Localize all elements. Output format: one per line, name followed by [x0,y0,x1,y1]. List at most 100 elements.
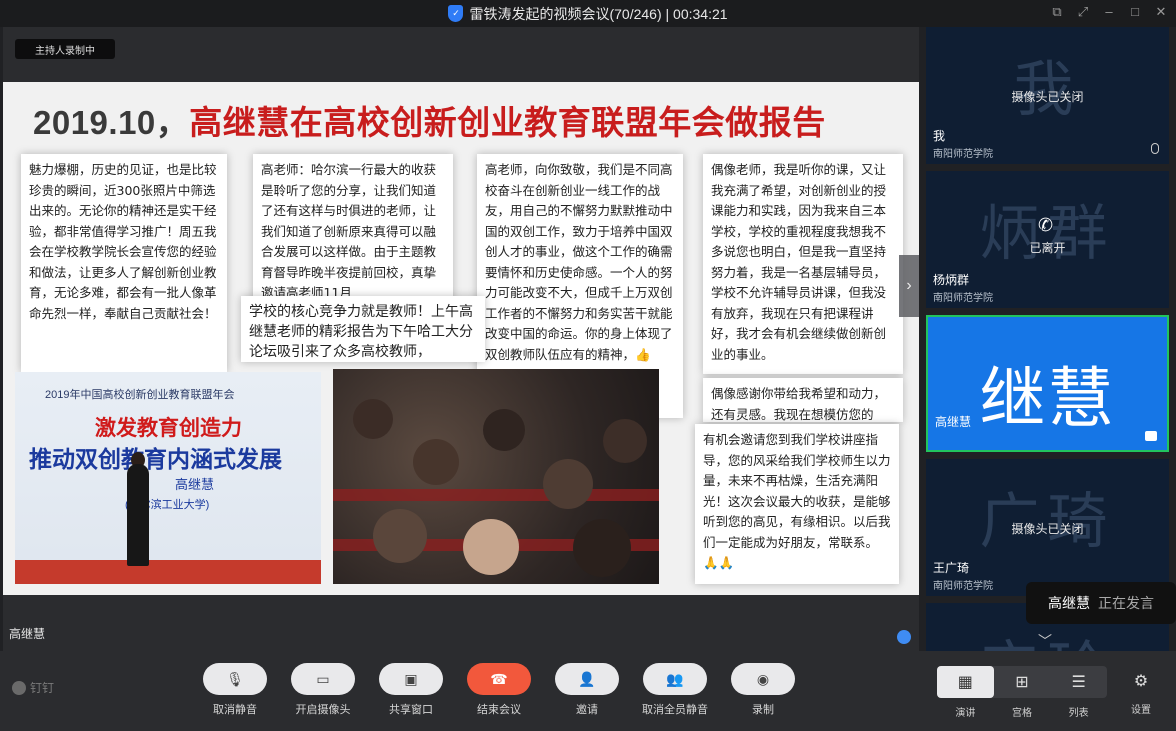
title-wrap: ✓ 雷铁涛发起的视频会议(70/246) | 00:34:21 [448,4,728,24]
participant-org: 南阳师范学院 [933,581,993,592]
audience-photo [333,369,659,584]
fullscreen-icon[interactable]: ⤢ [1076,4,1090,20]
slide-title-year: 2019.10， [33,104,190,141]
speaker-view-icon[interactable]: ▦ [937,666,994,698]
seat-row [333,489,659,501]
window-title: 雷铁涛发起的视频会议(70/246) | 00:34:21 [469,5,728,22]
invite-button[interactable]: 👤 邀请 [554,663,620,717]
screen-share-icon [1145,431,1157,441]
participant-org: 南阳师范学院 [933,149,993,160]
speaker-figure [127,464,149,566]
speaking-status: 正在发言 [1098,595,1154,611]
pip-icon[interactable]: ⧉ [1050,4,1064,20]
group-mute-icon: 👥 [643,663,707,695]
slide-title-text: 高继慧在高校创新创业教育联盟年会做报告 [189,104,826,141]
end-meeting-button[interactable]: ☎ 结束会议 [466,663,532,717]
title-bar: ✓ 雷铁涛发起的视频会议(70/246) | 00:34:21 ⧉ ⤢ – □ … [0,0,1176,27]
grid-view-icon[interactable]: ⊞ [994,666,1051,698]
main-stage: 主持人录制中 2019.10，高继慧在高校创新创业教育联盟年会做报告 魅力爆棚，… [3,27,919,651]
audience-head [373,509,427,563]
add-user-icon: 👤 [555,663,619,695]
comment-note: 魅力爆棚，历史的见证，也是比较珍贵的瞬间，近300张照片中筛选出来的。无论你的精… [21,154,227,372]
participant-name: 杨炳群 [933,273,970,287]
settings-label: 设置 [1131,705,1151,716]
hangup-icon: ☎ [467,663,531,695]
close-icon[interactable]: ✕ [1154,4,1168,20]
chevron-down-icon[interactable]: ﹀ [1038,631,1052,651]
record-button[interactable]: ◉ 录制 [730,663,796,717]
participant-tile-me[interactable]: 我 摄像头已关闭 我 南阳师范学院 [926,27,1169,164]
maximize-icon[interactable]: □ [1128,4,1142,20]
unmute-button[interactable]: 🎙 取消静音 [202,663,268,717]
camera-label: 开启摄像头 [295,704,351,716]
share-window-button[interactable]: ▣ 共享窗口 [378,663,444,717]
presenter-name: 高继慧 [9,627,46,641]
audience-head [573,519,631,577]
camera-status: 摄像头已关闭 [1011,90,1084,104]
shield-icon: ✓ [448,5,464,22]
mic-off-icon: 🎙 [203,663,267,695]
list-view-label: 列表 [1068,708,1089,719]
banner-line1: 激发教育创造力 [95,417,242,440]
meeting-window: ✓ 雷铁涛发起的视频会议(70/246) | 00:34:21 ⧉ ⤢ – □ … [0,0,1176,731]
screen-share-icon [897,630,911,644]
phone-icon: ✆ [1038,215,1054,235]
recording-badge: 主持人录制中 [15,39,115,59]
record-label: 录制 [752,704,774,716]
next-page-button[interactable]: › [899,255,919,317]
slide-title: 2019.10，高继慧在高校创新创业教育联盟年会做报告 [33,96,826,144]
leave-status: 已离开 [1029,241,1066,255]
comment-note: 高老师：哈尔滨一行最大的收获是聆听了您的分享，让我们知道了还有这样与时俱进的老师… [253,154,453,302]
participant-name: 王广琦 [933,561,970,575]
comment-note: 有机会邀请您到我们学校讲座指导，您的风采给我们学校师生以力量，未来不再枯燥，生活… [695,424,899,584]
share-screen-icon: ▣ [379,663,443,695]
participant-tile-yang[interactable]: 炳群 ✆ 已离开 杨炳群 南阳师范学院 [926,171,1169,308]
avatar-text: 我 [1013,56,1082,123]
participant-tile-gao[interactable]: 继慧 高继慧 [926,315,1169,452]
comment-note: 偶像老师，我是听你的课，又让我充满了希望，对创新创业的授课能力和实践，因为我来自… [703,154,903,374]
shared-screen: 2019.10，高继慧在高校创新创业教育联盟年会做报告 魅力爆棚，历史的见证，也… [3,82,919,595]
speaker-view-label: 演讲 [955,708,976,719]
view-switch-labels: 演讲 宫格 列表 [937,704,1107,719]
end-label: 结束会议 [477,704,521,716]
dingtalk-logo-icon [12,680,26,695]
gear-icon: ⚙ [1133,673,1149,690]
participant-org: 南阳师范学院 [933,293,993,304]
stage-floor [15,560,321,584]
unmute-all-label: 取消全员静音 [642,704,708,716]
audience-head [483,409,525,451]
brand: 钉钉 [12,679,54,696]
minimize-icon[interactable]: – [1102,4,1116,20]
brand-name: 钉钉 [30,681,55,695]
speaking-name: 高继慧 [1048,595,1090,611]
participant-list: 我 摄像头已关闭 我 南阳师范学院 炳群 ✆ 已离开 杨炳群 南阳师范学院 继慧… [926,27,1176,651]
camera-button[interactable]: ▭ 开启摄像头 [290,663,356,717]
audience-head [603,419,647,463]
participant-name: 高继慧 [935,415,972,429]
list-view-icon[interactable]: ☰ [1050,666,1107,698]
audience-face [463,519,519,575]
share-label: 共享窗口 [389,704,433,716]
participant-name: 我 [933,129,946,143]
avatar-text: 广琦 [979,488,1116,555]
settings-button[interactable]: ⚙ 设置 [1125,671,1157,716]
view-switch: ▦ ⊞ ☰ [937,666,1107,698]
audience-head [413,439,459,485]
banner-conference: 2019年中国高校创新创业教育联盟年会 [45,389,235,401]
bottom-toolbar: 钉钉 🎙 取消静音 ▭ 开启摄像头 ▣ 共享窗口 ☎ 结束会议 👤 邀请 👥 取… [0,651,1176,731]
stage-photo: 2019年中国高校创新创业教育联盟年会 激发教育创造力 推动双创教育内涵式发展 … [15,372,321,584]
comment-note: 学校的核心竞争力就是教师！上午高继慧老师的精彩报告为下午哈工大分论坛吸引来了众多… [241,296,485,362]
record-icon: ◉ [731,663,795,695]
unmute-all-button[interactable]: 👥 取消全员静音 [642,663,708,717]
audience-head [353,399,393,439]
window-controls: ⧉ ⤢ – □ ✕ [1050,4,1168,20]
banner-speaker: 高继慧 [175,477,215,492]
mic-muted-icon [1151,143,1159,154]
grid-view-label: 宫格 [1012,708,1032,719]
participant-tile-wang[interactable]: 广琦 摄像头已关闭 王广琦 南阳师范学院 [926,459,1169,596]
audience-head [543,459,593,509]
invite-label: 邀请 [576,704,598,716]
banner-line2: 推动双创教育内涵式发展 [29,446,282,472]
unmute-label: 取消静音 [213,704,257,716]
camera-status: 摄像头已关闭 [1011,522,1084,536]
